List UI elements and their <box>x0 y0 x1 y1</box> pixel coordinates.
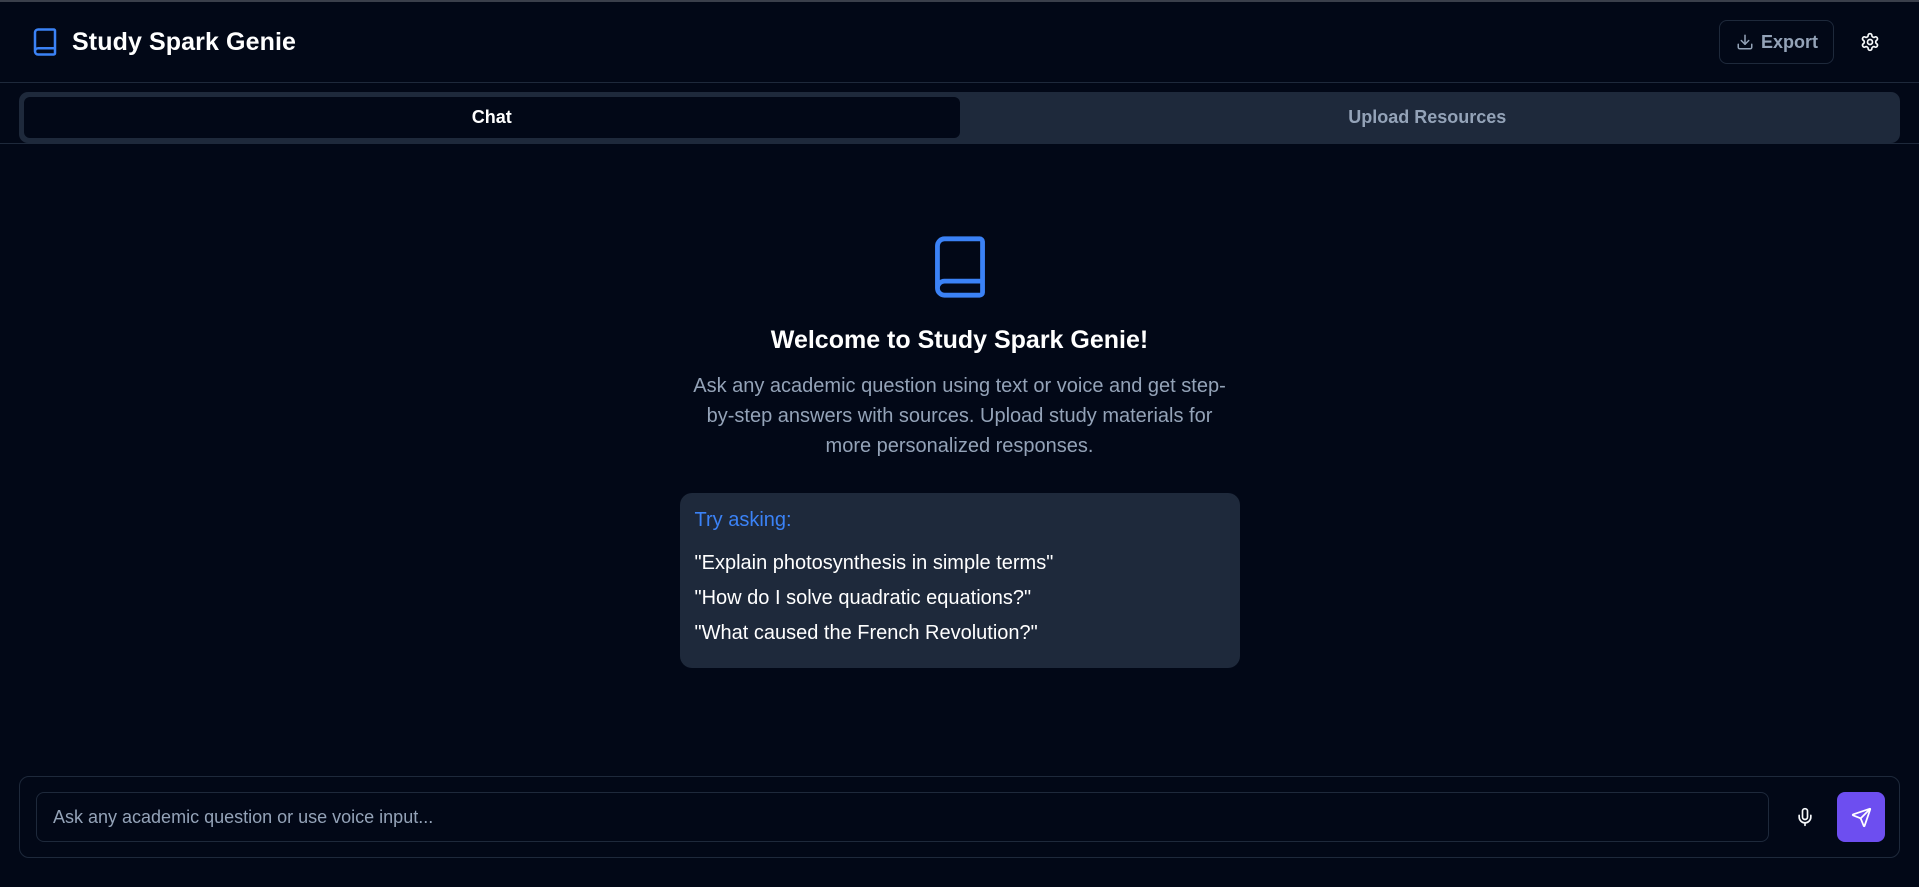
welcome-title: Welcome to Study Spark Genie! <box>770 326 1149 354</box>
app-header: Study Spark Genie Export <box>0 2 1919 83</box>
question-input[interactable] <box>36 792 1769 842</box>
gear-icon <box>1860 32 1880 52</box>
send-icon <box>1851 807 1872 828</box>
voice-input-button[interactable] <box>1781 793 1829 841</box>
brand: Study Spark Genie <box>30 27 296 57</box>
tab-upload-resources[interactable]: Upload Resources <box>960 97 1896 138</box>
send-button[interactable] <box>1837 792 1885 842</box>
microphone-icon <box>1795 807 1815 827</box>
tab-navigation: Chat Upload Resources <box>0 83 1919 144</box>
tab-chat[interactable]: Chat <box>24 97 960 138</box>
download-icon <box>1736 33 1754 51</box>
suggestions-title: Try asking: <box>694 509 792 531</box>
welcome-description: Ask any academic question using text or … <box>693 375 1226 457</box>
welcome-panel: Welcome to Study Spark Genie! Ask any ac… <box>0 236 1919 668</box>
header-actions: Export <box>1718 20 1890 64</box>
tab-list: Chat Upload Resources <box>19 92 1900 143</box>
suggestion-item[interactable]: "How do I solve quadratic equations?" <box>695 581 1225 616</box>
book-icon <box>932 236 988 298</box>
suggestion-item[interactable]: "Explain photosynthesis in simple terms" <box>695 546 1225 581</box>
suggestion-item[interactable]: "What caused the French Revolution?" <box>695 616 1225 651</box>
suggestions-card: Try asking: "Explain photosynthesis in s… <box>679 493 1240 668</box>
app-title: Study Spark Genie <box>72 27 296 56</box>
export-label: Export <box>1760 31 1818 52</box>
book-icon <box>30 27 60 57</box>
export-button[interactable]: Export <box>1718 20 1834 64</box>
settings-button[interactable] <box>1850 22 1890 62</box>
message-composer <box>19 776 1900 858</box>
